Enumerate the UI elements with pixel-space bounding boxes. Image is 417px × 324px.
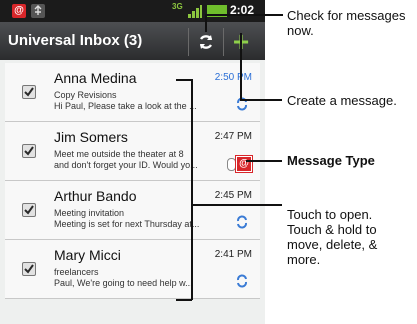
signal-icon — [188, 5, 202, 18]
inbox-title: Universal Inbox (3) — [8, 32, 143, 49]
callout-line — [191, 79, 193, 300]
message-row[interactable]: Jim Somers 2:47 PM Meet me outside the t… — [5, 122, 260, 181]
title-bar: Universal Inbox (3) + — [0, 22, 265, 60]
checkbox[interactable] — [22, 203, 36, 217]
callout-line — [176, 79, 192, 81]
callout-touch-to-open: Touch to open. Touch & hold to move, del… — [287, 207, 378, 267]
message-time: 2:45 PM — [214, 190, 252, 201]
sync-icon — [237, 274, 247, 288]
message-sender: Anna Medina — [54, 70, 137, 86]
message-subject: Meeting invitation — [54, 208, 125, 218]
attachment-icon — [227, 158, 236, 171]
message-sender: Jim Somers — [54, 129, 128, 145]
callout-create-message: Create a message. — [287, 93, 397, 108]
message-row[interactable]: Anna Medina 2:50 PM Copy Revisions Hi Pa… — [5, 63, 260, 122]
message-subject: freelancers — [54, 267, 99, 277]
message-time: 2:50 PM — [214, 72, 252, 83]
checkbox[interactable] — [22, 144, 36, 158]
message-subject: Copy Revisions — [54, 90, 117, 100]
divider — [188, 28, 189, 56]
message-subject: Meet me outside the theater at 8 — [54, 149, 184, 159]
message-preview: and don't forget your ID. Would yo... — [54, 160, 198, 170]
refresh-icon — [200, 35, 212, 49]
message-preview: Hi Paul, Please take a look at the ... — [54, 101, 197, 111]
network-type: 3G — [172, 2, 183, 11]
callout-line — [240, 99, 282, 101]
refresh-button[interactable] — [192, 28, 220, 56]
status-bar: @ 3G 2:02 — [0, 0, 265, 22]
checkbox[interactable] — [22, 262, 36, 276]
callout-line — [240, 33, 242, 99]
callout-line — [205, 14, 283, 16]
motorola-icon: @ — [12, 4, 26, 18]
usb-icon — [31, 4, 45, 18]
message-preview: Paul, We're going to need help w... — [54, 278, 193, 288]
checkbox[interactable] — [22, 85, 36, 99]
phone-screen: @ 3G 2:02 Universal Inbox (3) + Anna Med… — [0, 0, 265, 324]
divider — [223, 28, 224, 56]
callout-line — [205, 14, 207, 32]
message-row[interactable]: Arthur Bando 2:45 PM Meeting invitation … — [5, 181, 260, 240]
callout-line — [176, 299, 192, 301]
message-sender: Mary Micci — [54, 247, 121, 263]
message-preview: Meeting is set for next Thursday at... — [54, 219, 200, 229]
callout-message-type: Message Type — [287, 153, 375, 168]
callout-check-messages: Check for messages now. — [287, 8, 406, 38]
callout-line — [246, 160, 282, 162]
email-icon: @ — [235, 155, 253, 173]
message-row[interactable]: Mary Micci 2:41 PM freelancers Paul, We'… — [5, 240, 260, 299]
callout-line — [191, 204, 282, 206]
message-time: 2:47 PM — [214, 131, 252, 142]
message-time: 2:41 PM — [214, 249, 252, 260]
sync-icon — [237, 215, 247, 229]
message-sender: Arthur Bando — [54, 188, 137, 204]
